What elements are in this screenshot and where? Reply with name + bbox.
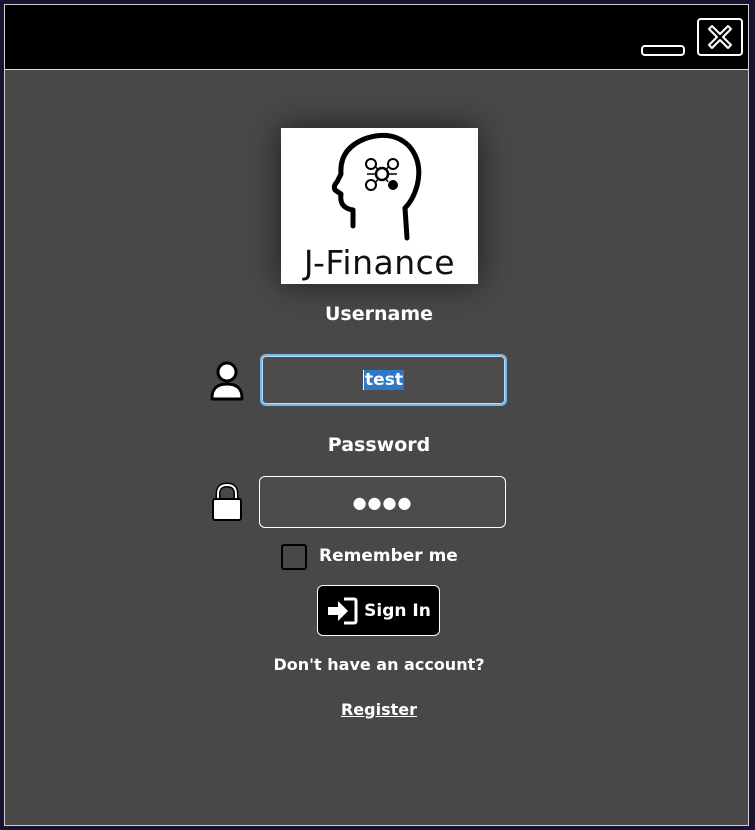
head-finance-icon bbox=[331, 132, 422, 241]
close-icon bbox=[708, 25, 732, 49]
remember-label: Remember me bbox=[319, 546, 458, 566]
lock-icon bbox=[210, 482, 244, 526]
logo-text: J-Finance bbox=[303, 243, 456, 282]
password-label: Password bbox=[327, 434, 431, 456]
sign-in-button[interactable]: Sign In bbox=[317, 585, 440, 636]
remember-checkbox[interactable] bbox=[281, 544, 307, 570]
no-account-text: Don't have an account? bbox=[273, 655, 485, 674]
register-link[interactable]: Register bbox=[341, 700, 417, 719]
sign-in-icon bbox=[328, 597, 358, 624]
password-input[interactable]: ●●●● bbox=[259, 476, 506, 528]
username-value: test bbox=[364, 370, 404, 390]
app-logo: J-Finance bbox=[281, 128, 478, 284]
username-label: Username bbox=[324, 303, 434, 325]
password-masked: ●●●● bbox=[352, 492, 413, 512]
close-button[interactable] bbox=[697, 18, 743, 56]
username-input[interactable]: test bbox=[260, 354, 507, 406]
minimize-button[interactable] bbox=[641, 45, 685, 56]
login-window: J-Finance Username test Password ●●●● Re… bbox=[4, 4, 749, 826]
sign-in-label: Sign In bbox=[364, 600, 431, 621]
user-icon bbox=[209, 360, 245, 406]
title-bar bbox=[5, 5, 748, 70]
